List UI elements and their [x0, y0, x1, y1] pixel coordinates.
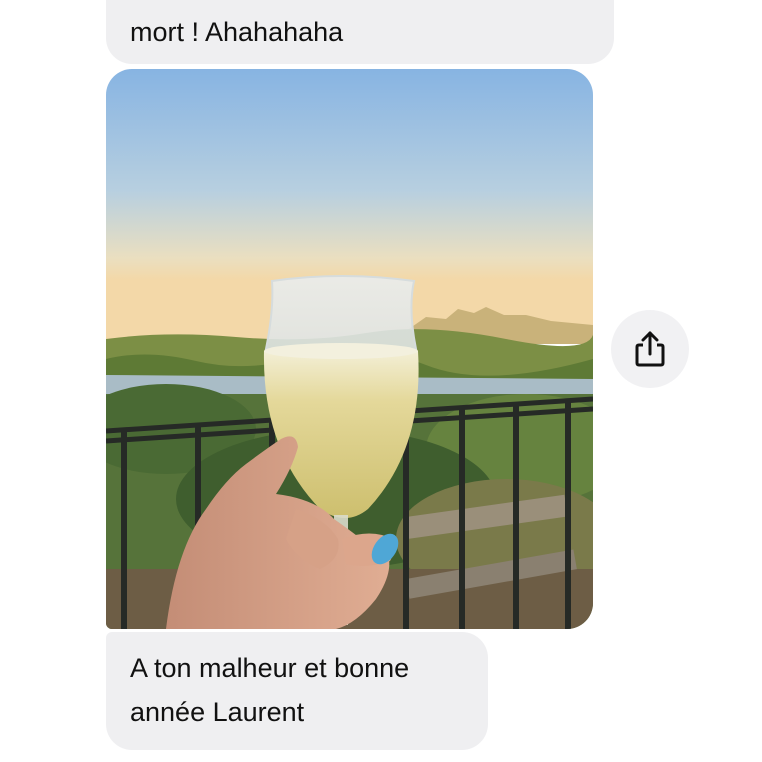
message-text: mort ! Ahahahaha: [130, 17, 344, 47]
message-text-line1: A ton malheur et bonne: [130, 653, 410, 683]
wine-glass-photo: [106, 69, 593, 629]
message-text-line2: année Laurent: [130, 697, 305, 727]
share-button[interactable]: [611, 310, 689, 388]
photo-message[interactable]: [106, 69, 593, 629]
share-icon: [635, 331, 665, 367]
message-bubble-received[interactable]: A ton malheur et bonne année Laurent: [106, 632, 488, 750]
message-bubble-received[interactable]: mort ! Ahahahaha: [106, 0, 614, 64]
